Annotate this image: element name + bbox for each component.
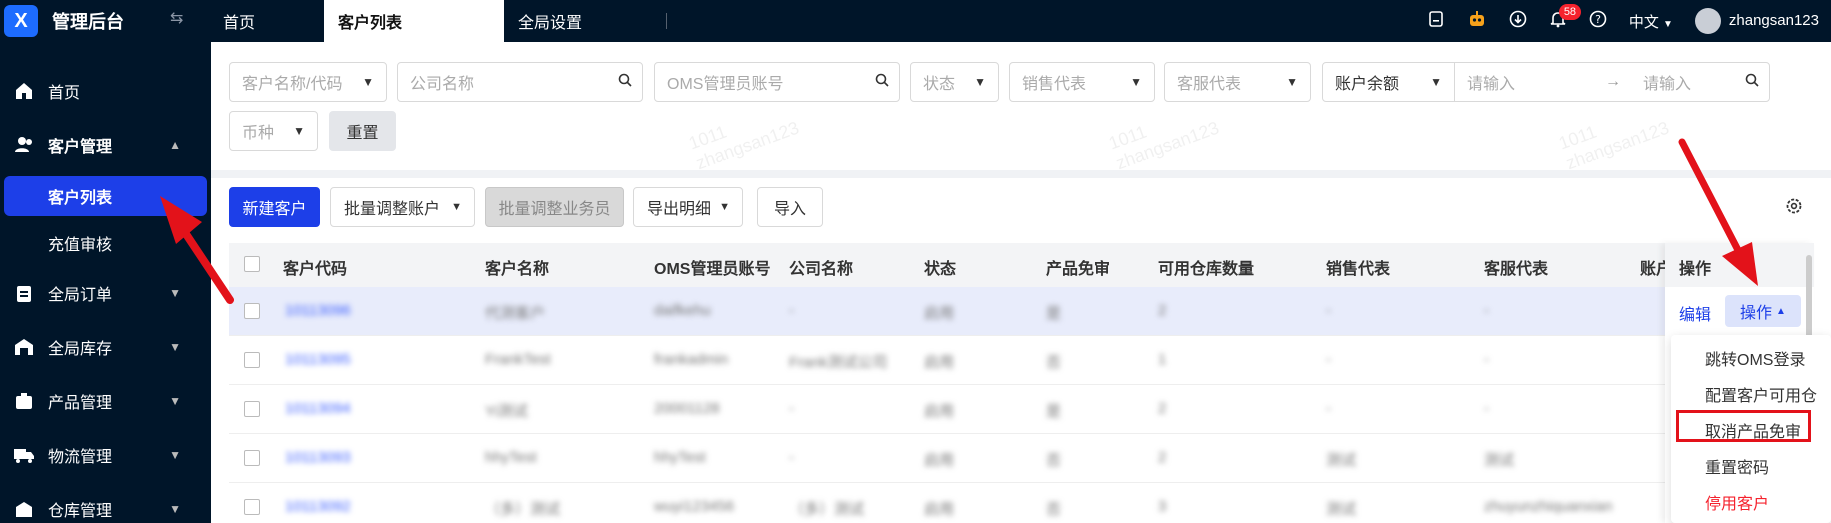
red-arrow-right xyxy=(1678,138,1758,286)
red-arrow-left xyxy=(160,196,234,304)
annotation-arrows xyxy=(160,138,1758,304)
